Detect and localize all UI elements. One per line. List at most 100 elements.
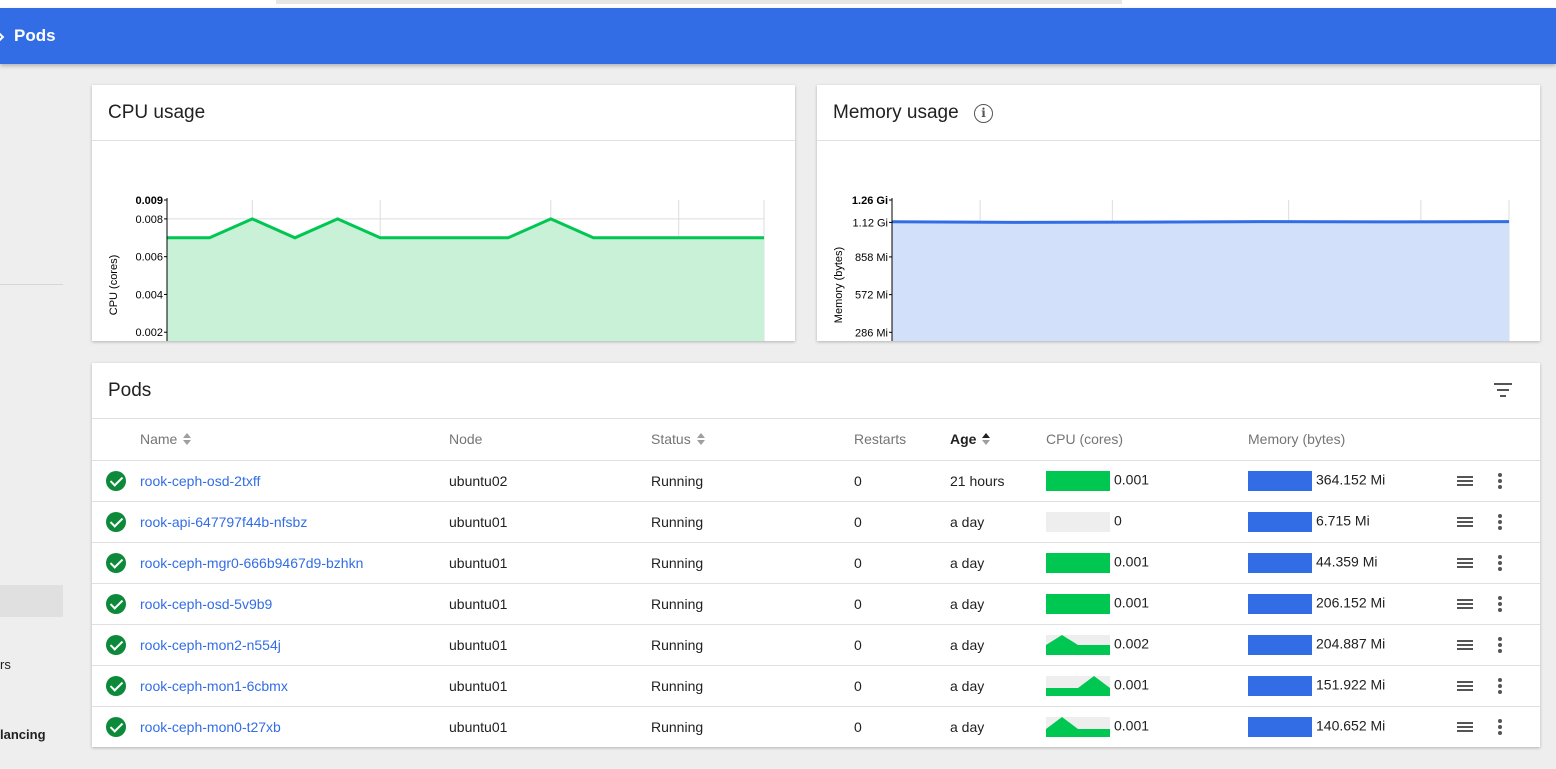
restarts-cell: 0 — [854, 624, 950, 666]
column-header-label: Restarts — [854, 431, 907, 448]
card-title: Pods — [108, 380, 152, 401]
sidebar-item-controllers[interactable]: rs — [0, 657, 11, 672]
status-cell — [92, 665, 140, 707]
sort-icon[interactable] — [982, 433, 991, 446]
restarts-cell: 0 — [854, 460, 950, 502]
status-cell — [92, 542, 140, 584]
node-cell: ubuntu01 — [449, 583, 651, 625]
age-cell: 21 hours — [950, 460, 1046, 502]
status-cell — [92, 583, 140, 625]
memory-cell: 364.152 Mi — [1248, 460, 1457, 502]
y-tick-label: 0.008 — [135, 214, 163, 226]
y-tick-label: 1.12 Gi — [853, 217, 888, 229]
table-row[interactable]: rook-ceph-mon1-6cbmx ubuntu01 Running 0 … — [92, 665, 1540, 707]
info-icon[interactable]: i — [974, 104, 993, 123]
memory-sparkline — [1248, 675, 1312, 696]
memory-usage-card: Memory usage i 0286 Mi572 Mi858 Mi1.12 G… — [817, 85, 1540, 341]
page-title: Pods — [14, 26, 56, 45]
logs-icon[interactable] — [1457, 516, 1473, 529]
memory-value: 44.359 Mi — [1316, 553, 1378, 570]
cpu-cell: 0.001 — [1046, 706, 1248, 747]
node-cell: ubuntu01 — [449, 665, 651, 707]
age-cell: a day — [950, 665, 1046, 707]
cpu-cell: 0.002 — [1046, 624, 1248, 666]
cpu-value: 0.002 — [1114, 635, 1150, 652]
pod-name-link[interactable]: rook-ceph-mon2-n554j — [140, 637, 281, 653]
cpu-value: 0 — [1114, 512, 1122, 529]
node-cell: ubuntu01 — [449, 501, 651, 543]
y-tick-label: 572 Mi — [855, 290, 888, 302]
column-header-label: Age — [950, 431, 977, 448]
node-cell: ubuntu01 — [449, 542, 651, 584]
column-header-restarts: Restarts — [854, 419, 950, 461]
logs-icon[interactable] — [1457, 598, 1473, 611]
logs-icon[interactable] — [1457, 475, 1473, 488]
table-row[interactable]: rook-ceph-mon2-n554j ubuntu01 Running 0 … — [92, 624, 1540, 666]
table-row[interactable]: rook-ceph-osd-2txff ubuntu02 Running 0 2… — [92, 460, 1540, 502]
restarts-cell: 0 — [854, 501, 950, 543]
column-header-name[interactable]: Name — [140, 419, 449, 461]
cpu-sparkline — [1046, 470, 1110, 491]
memory-sparkline — [1248, 593, 1312, 614]
search-bar-edge[interactable] — [276, 0, 1122, 4]
pod-name-link[interactable]: rook-ceph-osd-2txff — [140, 473, 260, 489]
restarts-cell: 0 — [854, 583, 950, 625]
pod-name-link[interactable]: rook-ceph-mon0-t27xb — [140, 719, 281, 735]
status-text-cell: Running — [651, 542, 854, 584]
actions-cell — [1498, 542, 1540, 584]
pod-name-link[interactable]: rook-ceph-mgr0-666b9467d9-bzhkn — [140, 555, 363, 571]
age-cell: a day — [950, 583, 1046, 625]
logs-cell — [1457, 460, 1498, 502]
more-vert-icon[interactable] — [1498, 596, 1502, 613]
logs-icon[interactable] — [1457, 639, 1473, 652]
status-column-header — [92, 419, 140, 461]
restarts-cell: 0 — [854, 718, 862, 735]
more-vert-icon[interactable] — [1498, 678, 1502, 695]
table-row[interactable]: rook-ceph-osd-5v9b9 ubuntu01 Running 0 a… — [92, 583, 1540, 625]
memory-cell: 140.652 Mi — [1248, 706, 1457, 747]
pod-name-link[interactable]: rook-ceph-osd-5v9b9 — [140, 596, 272, 612]
status-cell — [92, 501, 140, 543]
cpu-sparkline — [1046, 593, 1110, 614]
logs-icon[interactable] — [1457, 680, 1473, 693]
area-fill — [892, 221, 1509, 341]
y-axis-label: Memory (bytes) — [833, 247, 845, 323]
name-cell: rook-ceph-mon1-6cbmx — [140, 665, 449, 707]
logs-cell — [1457, 501, 1498, 543]
filter-icon[interactable] — [1494, 383, 1512, 397]
cpu-sparkline — [1046, 552, 1110, 573]
cpu-cell: 0 — [1046, 501, 1248, 543]
logs-icon[interactable] — [1457, 722, 1473, 734]
sort-icon[interactable] — [696, 433, 705, 446]
sort-icon[interactable] — [183, 433, 192, 446]
sidebar-item-load-balancing[interactable]: lancing — [0, 727, 46, 742]
status-cell — [92, 706, 140, 747]
cpu-cell: 0.001 — [1046, 583, 1248, 625]
cpu-cell: 0.001 — [1046, 542, 1248, 584]
name-cell: rook-api-647797f44b-nfsbz — [140, 501, 449, 543]
status-text-cell: Running — [651, 718, 704, 735]
cpu-cell: 0.001 — [1046, 460, 1248, 502]
y-tick-label: 1.26 Gi — [852, 195, 888, 207]
column-header-cpu: CPU (cores) — [1046, 419, 1248, 461]
more-vert-icon[interactable] — [1498, 719, 1502, 736]
pod-name-link[interactable]: rook-ceph-mon1-6cbmx — [140, 678, 288, 694]
more-vert-icon[interactable] — [1498, 473, 1502, 490]
more-vert-icon[interactable] — [1498, 555, 1502, 572]
memory-cell: 206.152 Mi — [1248, 583, 1457, 625]
more-vert-icon[interactable] — [1498, 637, 1502, 654]
pod-name-link[interactable]: rook-api-647797f44b-nfsbz — [140, 514, 307, 530]
sidebar-item-selected[interactable] — [0, 585, 63, 617]
table-row[interactable]: rook-api-647797f44b-nfsbz ubuntu01 Runni… — [92, 501, 1540, 543]
table-row[interactable]: rook-ceph-mon0-t27xb ubuntu01 Running 0 … — [92, 706, 1540, 747]
column-header-status[interactable]: Status — [651, 419, 854, 461]
column-header-age[interactable]: Age — [950, 419, 1046, 461]
logs-icon[interactable] — [1457, 557, 1473, 570]
actions-cell — [1498, 665, 1540, 707]
actions-column-header — [1498, 419, 1540, 461]
table-row[interactable]: rook-ceph-mgr0-666b9467d9-bzhkn ubuntu01… — [92, 542, 1540, 584]
more-vert-icon[interactable] — [1498, 514, 1502, 531]
memory-cell: 6.715 Mi — [1248, 501, 1457, 543]
card-title: Memory usage — [833, 102, 959, 123]
check-circle-icon — [106, 716, 126, 737]
